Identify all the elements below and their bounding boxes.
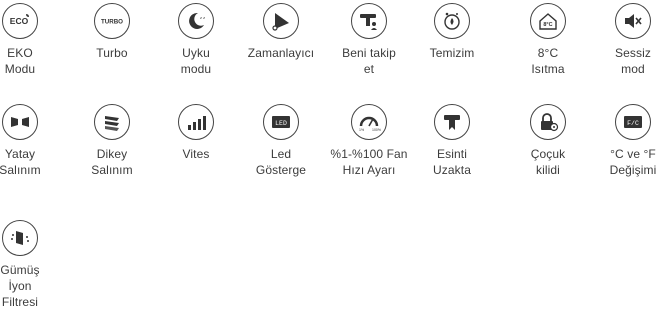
feature-label: EKO Modu	[4, 46, 36, 76]
svg-text:TURBO: TURBO	[101, 19, 123, 26]
feature-eco-mode: ECO EKO Modu	[0, 3, 62, 77]
feature-label: Gümüş İyon Filtresi	[0, 263, 40, 309]
child-lock-icon	[530, 104, 566, 140]
moon-icon: z z	[178, 3, 214, 39]
mute-icon	[615, 3, 651, 39]
feature-silver-ion-filter: Gümüş İyon Filtresi	[0, 220, 62, 310]
feature-label: °C ve °F Değişimi	[609, 147, 657, 177]
silver-ion-filter-icon	[2, 220, 38, 256]
svg-text:ECO: ECO	[10, 16, 29, 26]
svg-text:F/C: F/C	[627, 120, 639, 127]
feature-label: Vites	[182, 147, 210, 161]
heating-8c-icon: 8°C	[530, 3, 566, 39]
svg-text:1%: 1%	[359, 128, 364, 132]
feature-label: Uyku modu	[180, 46, 212, 76]
feature-label: Beni takip et	[342, 46, 396, 76]
feature-sleep-mode: z z Uyku modu	[154, 3, 238, 77]
horizontal-swing-icon	[2, 104, 38, 140]
feature-silent-mode: Sessiz mod	[591, 3, 670, 77]
svg-text:8°C: 8°C	[543, 22, 552, 28]
feature-label: Zamanlayıcı	[247, 46, 315, 60]
feature-fan-speed-adjust: 1% 100% %1-%100 Fan Hızı Ayarı	[327, 104, 411, 178]
feature-self-clean: Temizim	[410, 3, 494, 61]
follow-me-icon	[351, 3, 387, 39]
celsius-fahrenheit-icon: F/C	[615, 104, 651, 140]
feature-timer: Zamanlayıcı	[239, 3, 323, 61]
feature-label: Dikey Salınım	[91, 147, 133, 177]
feature-label: Led Gösterge	[255, 147, 307, 177]
feature-label: %1-%100 Fan Hızı Ayarı	[330, 147, 408, 177]
svg-text:z z: z z	[200, 15, 205, 20]
fan-speed-bars-icon	[178, 104, 214, 140]
feature-turbo: TURBO Turbo	[70, 3, 154, 61]
fan-speed-gauge-icon: 1% 100%	[351, 104, 387, 140]
breeze-away-icon	[434, 104, 470, 140]
feature-celsius-fahrenheit: F/C °C ve °F Değişimi	[591, 104, 670, 178]
feature-label: Sessiz mod	[615, 46, 651, 76]
feature-label: Çoçuk kilidi	[530, 147, 566, 177]
feature-label: Temizim	[429, 46, 475, 60]
turbo-icon: TURBO	[94, 3, 130, 39]
feature-label: Turbo	[96, 46, 128, 60]
feature-vertical-swing: Dikey Salınım	[70, 104, 154, 178]
vertical-swing-icon	[94, 104, 130, 140]
feature-label: Yatay Salınım	[0, 147, 41, 177]
feature-follow-me: Beni takip et	[327, 3, 411, 77]
feature-8c-heating: 8°C 8°C Isıtma	[506, 3, 590, 77]
svg-text:LED: LED	[275, 120, 287, 127]
feature-label: Esinti Uzakta	[433, 147, 471, 177]
feature-led-display: LED Led Gösterge	[239, 104, 323, 178]
eco-icon: ECO	[2, 3, 38, 39]
led-display-icon: LED	[263, 104, 299, 140]
feature-horizontal-swing: Yatay Salınım	[0, 104, 62, 178]
feature-child-lock: Çoçuk kilidi	[506, 104, 590, 178]
timer-icon	[263, 3, 299, 39]
feature-label: 8°C Isıtma	[531, 46, 565, 76]
feature-fan-speed: Vites	[154, 104, 238, 162]
feature-breeze-away: Esinti Uzakta	[410, 104, 494, 178]
svg-text:100%: 100%	[372, 128, 381, 132]
clean-icon	[434, 3, 470, 39]
